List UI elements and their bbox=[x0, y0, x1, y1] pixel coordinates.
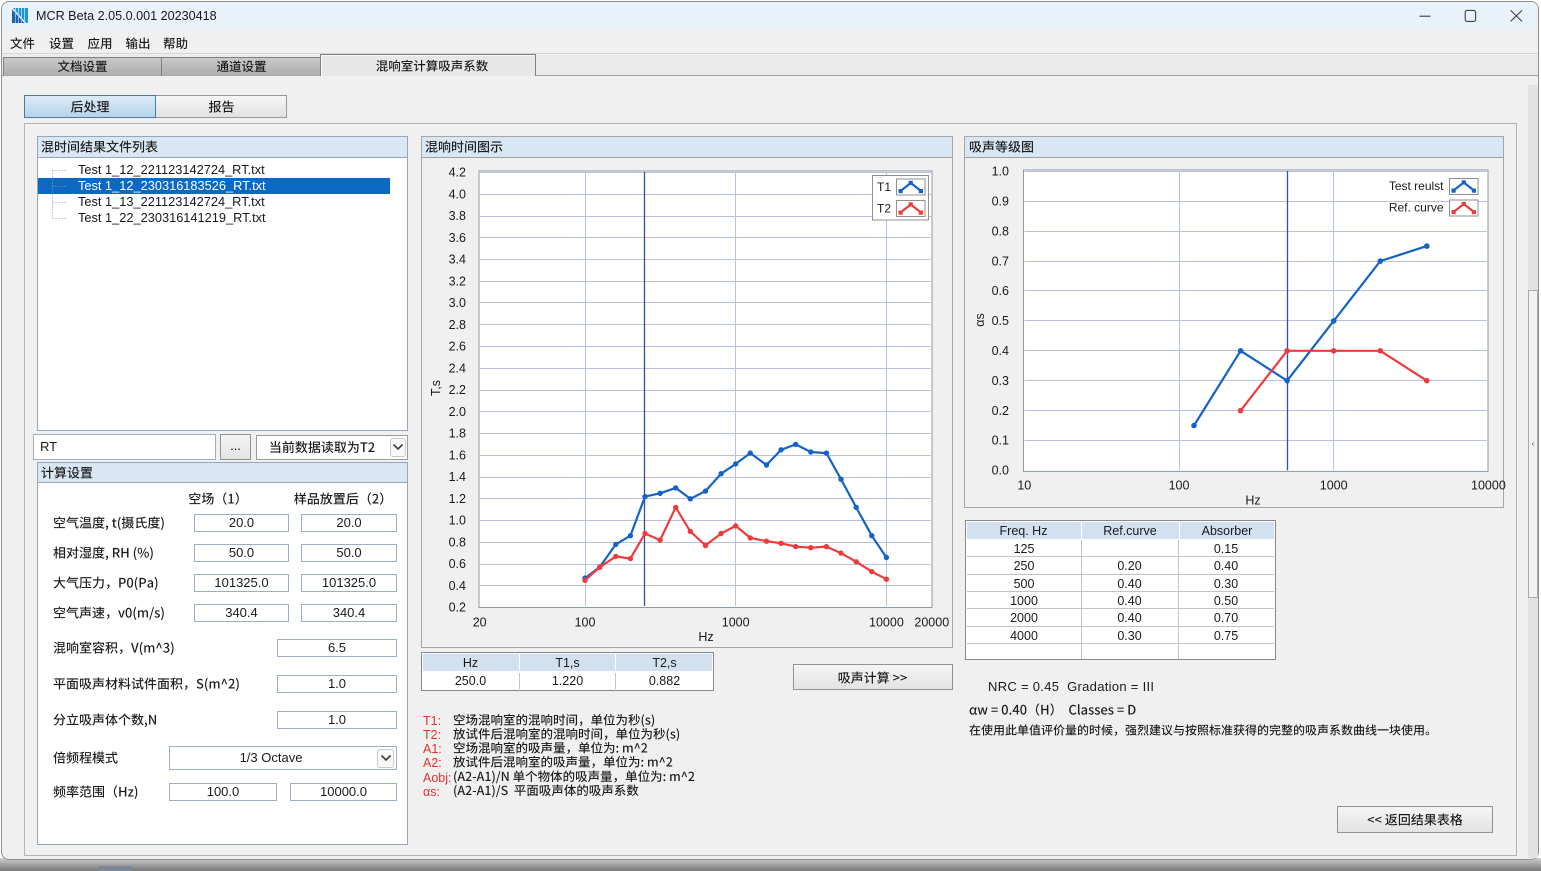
svg-text:2.8: 2.8 bbox=[449, 318, 466, 332]
svg-text:20: 20 bbox=[473, 616, 487, 630]
svg-text:1.8: 1.8 bbox=[449, 427, 466, 441]
svg-text:1.4: 1.4 bbox=[449, 470, 466, 484]
svg-text:2.4: 2.4 bbox=[449, 361, 466, 375]
svg-text:3.6: 3.6 bbox=[449, 231, 466, 245]
svg-text:0.7: 0.7 bbox=[992, 254, 1009, 268]
svg-text:4.0: 4.0 bbox=[449, 187, 466, 201]
svg-text:3.8: 3.8 bbox=[449, 209, 466, 223]
svg-text:Test reulst: Test reulst bbox=[1389, 179, 1444, 193]
svg-text:3.4: 3.4 bbox=[449, 253, 466, 267]
svg-text:10000: 10000 bbox=[1471, 479, 1506, 493]
svg-text:T1: T1 bbox=[877, 180, 891, 194]
svg-text:4.2: 4.2 bbox=[449, 166, 466, 180]
svg-text:0.6: 0.6 bbox=[992, 284, 1009, 298]
svg-text:T2: T2 bbox=[877, 202, 891, 216]
svg-text:2.6: 2.6 bbox=[449, 340, 466, 354]
svg-text:0.8: 0.8 bbox=[992, 224, 1009, 238]
svg-text:1000: 1000 bbox=[722, 616, 750, 630]
svg-text:0.2: 0.2 bbox=[992, 404, 1009, 418]
svg-text:Ref. curve: Ref. curve bbox=[1389, 201, 1444, 215]
svg-text:1.0: 1.0 bbox=[449, 514, 466, 528]
svg-text:0.1: 0.1 bbox=[992, 434, 1009, 448]
svg-text:0.9: 0.9 bbox=[992, 195, 1009, 209]
svg-text:0.0: 0.0 bbox=[992, 464, 1009, 478]
svg-text:100: 100 bbox=[575, 616, 596, 630]
svg-text:100: 100 bbox=[1169, 479, 1190, 493]
svg-text:2.2: 2.2 bbox=[449, 383, 466, 397]
svg-text:αs: αs bbox=[973, 313, 987, 326]
svg-text:3.0: 3.0 bbox=[449, 296, 466, 310]
svg-text:0.4: 0.4 bbox=[992, 344, 1009, 358]
svg-text:10000: 10000 bbox=[869, 616, 904, 630]
svg-text:20000: 20000 bbox=[914, 616, 949, 630]
svg-text:T,s: T,s bbox=[429, 380, 443, 396]
svg-text:1.0: 1.0 bbox=[992, 165, 1009, 179]
svg-text:1000: 1000 bbox=[1320, 479, 1348, 493]
svg-text:0.4: 0.4 bbox=[449, 579, 466, 593]
svg-text:0.6: 0.6 bbox=[449, 557, 466, 571]
svg-text:Hz: Hz bbox=[698, 630, 713, 644]
svg-text:Hz: Hz bbox=[1245, 494, 1260, 508]
svg-text:0.2: 0.2 bbox=[449, 601, 466, 615]
svg-text:1.6: 1.6 bbox=[449, 448, 466, 462]
svg-text:3.2: 3.2 bbox=[449, 274, 466, 288]
svg-text:0.8: 0.8 bbox=[449, 536, 466, 550]
svg-text:0.3: 0.3 bbox=[992, 374, 1009, 388]
svg-text:1.2: 1.2 bbox=[449, 492, 466, 506]
svg-text:10: 10 bbox=[1017, 479, 1031, 493]
svg-text:0.5: 0.5 bbox=[992, 314, 1009, 328]
svg-text:2.0: 2.0 bbox=[449, 405, 466, 419]
